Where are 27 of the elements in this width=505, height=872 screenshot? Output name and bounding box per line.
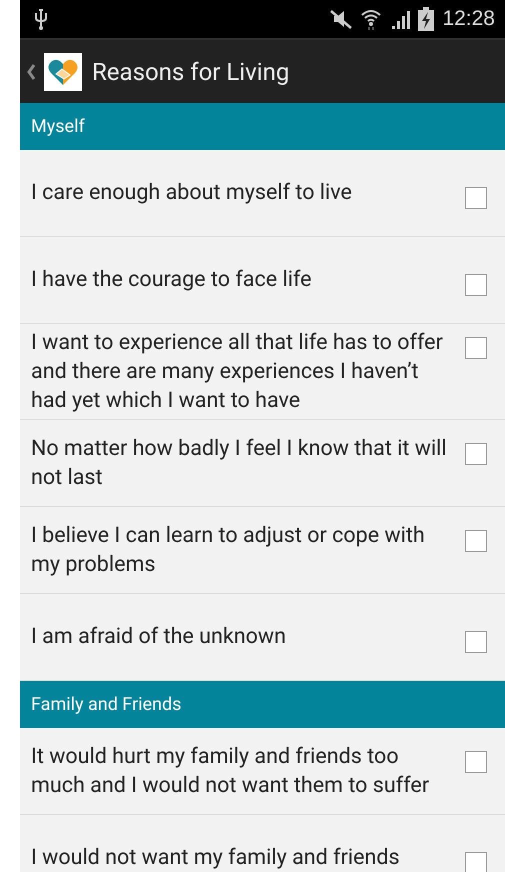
checkbox[interactable]: [465, 337, 487, 359]
checkbox[interactable]: [465, 630, 487, 652]
section-header: Myself: [20, 103, 505, 150]
checkbox[interactable]: [465, 443, 487, 465]
reason-text: It would hurt my family and friends too much and I would not want them to suffer: [31, 743, 430, 800]
reason-text: I want to experience all that life has to offer and there are many experiences I haven’t had yet which I want to have: [31, 329, 444, 415]
reason-text: I believe I can learn to adjust or cope with my problems: [31, 522, 426, 579]
checkbox[interactable]: [465, 751, 487, 773]
screen-title: Reasons for Living: [92, 58, 290, 86]
clock-time: 12:28: [442, 7, 495, 31]
wifi-icon: [360, 8, 382, 30]
checkbox[interactable]: [465, 274, 487, 296]
app-logo: [44, 52, 82, 90]
reason-text: No matter how badly I feel I know that it will not last: [31, 435, 448, 492]
reason-text: I have the courage to face life: [31, 266, 313, 294]
reason-text: I am afraid of the unknown: [31, 622, 287, 650]
back-icon[interactable]: [26, 64, 36, 80]
battery-icon: [418, 7, 434, 31]
signal-icon: [390, 9, 410, 29]
mute-icon: [330, 9, 352, 29]
checkbox[interactable]: [465, 852, 487, 872]
reason-text: I care enough about myself to live: [31, 178, 353, 206]
reason-text: I would not want my family and friends: [31, 844, 401, 872]
usb-icon: [34, 7, 48, 31]
checkbox[interactable]: [465, 186, 487, 208]
section-header: Family and Friends: [20, 681, 505, 728]
checkbox[interactable]: [465, 530, 487, 552]
